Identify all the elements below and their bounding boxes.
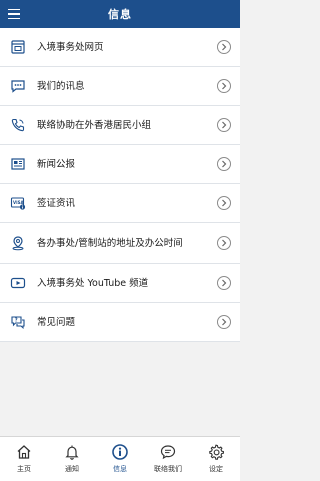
tab-contact-us[interactable]: 联络我们 (144, 437, 192, 481)
menu-item-press-releases[interactable]: 新闻公报 (0, 145, 240, 184)
menu-item-label: 签证资讯 (37, 197, 76, 209)
menu-item-immd-webpage[interactable]: 入境事务处网页 (0, 28, 240, 67)
chevron-right-icon (217, 315, 231, 329)
tab-label: 设定 (209, 465, 223, 473)
menu-item-label: 联络协助在外香港居民小组 (37, 119, 152, 131)
bottom-tab-bar: 主页 通知 信息 联络我们 设定 (0, 436, 240, 481)
menu-item-visa-info[interactable]: VISA 签证资讯 (0, 184, 240, 223)
menu-item-label: 新闻公报 (37, 158, 76, 170)
chevron-right-icon (217, 79, 231, 93)
location-icon (10, 235, 26, 251)
menu-item-assistance-unit[interactable]: 联络协助在外香港居民小组 (0, 106, 240, 145)
chevron-right-icon (217, 157, 231, 171)
phone-icon (10, 117, 26, 133)
chevron-right-icon (217, 118, 231, 132)
page-title: 信息 (108, 8, 132, 21)
menu-item-label: 入境事务处网页 (37, 41, 104, 53)
menu-item-label: 入境事务处 YouTube 频道 (37, 277, 149, 289)
menu-item-faq[interactable]: ? 常见问题 (0, 303, 240, 342)
bell-icon (63, 443, 81, 461)
menu-item-our-messages[interactable]: 我们的讯息 (0, 67, 240, 106)
menu-item-office-addresses[interactable]: 各办事处/管制站的地址及办公时间 (0, 223, 240, 264)
chevron-right-icon (217, 40, 231, 54)
settings-icon (207, 443, 225, 461)
svg-text:VISA: VISA (13, 200, 24, 205)
tab-label: 联络我们 (154, 465, 182, 473)
chevron-right-icon (217, 196, 231, 210)
menu-item-youtube-channel[interactable]: 入境事务处 YouTube 频道 (0, 264, 240, 303)
info-menu-list: 入境事务处网页 我们的讯息 联络协助在外香港居民小组 新闻公报 VISA 签证资… (0, 28, 240, 342)
tab-label: 信息 (113, 465, 127, 473)
hamburger-icon (8, 8, 20, 11)
chevron-right-icon (217, 276, 231, 290)
menu-item-label: 各办事处/管制站的地址及办公时间 (37, 237, 183, 249)
tab-label: 通知 (65, 465, 79, 473)
webpage-icon (10, 39, 26, 55)
menu-item-label: 常见问题 (37, 316, 76, 328)
chevron-right-icon (217, 236, 231, 250)
contact-icon (159, 443, 177, 461)
youtube-icon (10, 275, 26, 291)
tab-label: 主页 (17, 465, 31, 473)
info-icon (111, 443, 129, 461)
tab-settings[interactable]: 设定 (192, 437, 240, 481)
svg-text:?: ? (15, 318, 18, 324)
tab-notifications[interactable]: 通知 (48, 437, 96, 481)
tab-info[interactable]: 信息 (96, 437, 144, 481)
menu-button[interactable] (8, 6, 24, 22)
faq-icon: ? (10, 314, 26, 330)
menu-item-label: 我们的讯息 (37, 80, 85, 92)
news-icon (10, 156, 26, 172)
app-header: 信息 (0, 0, 240, 28)
message-icon (10, 78, 26, 94)
home-icon (15, 443, 33, 461)
tab-home[interactable]: 主页 (0, 437, 48, 481)
visa-icon: VISA (10, 195, 26, 211)
